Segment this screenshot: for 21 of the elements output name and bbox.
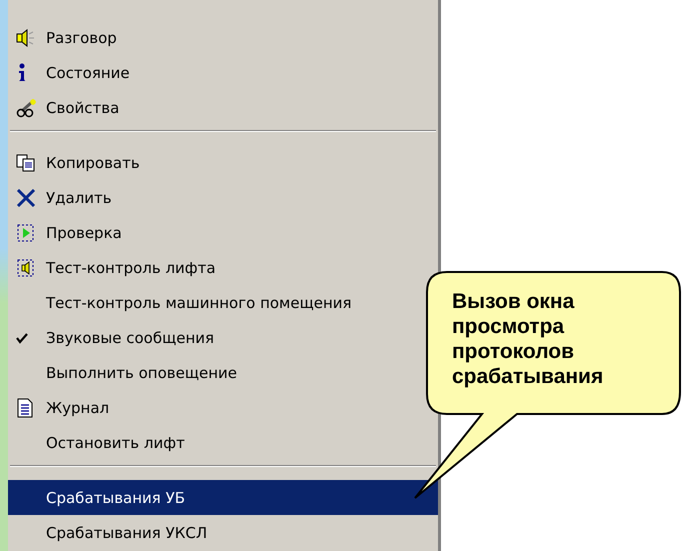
menu-item[interactable]: Остановить лифт xyxy=(8,425,438,460)
menu-item[interactable]: Состояние xyxy=(8,55,438,90)
menu-item[interactable]: Разговор xyxy=(8,20,438,55)
speaker-icon xyxy=(16,28,36,46)
menu-item[interactable]: Срабатывания УБ xyxy=(8,480,438,515)
delete-icon xyxy=(16,188,36,206)
menu-item[interactable]: Звуковые сообщения xyxy=(8,320,438,355)
speaker-icon xyxy=(16,258,36,278)
info-icon xyxy=(16,62,28,82)
document-icon xyxy=(16,398,34,418)
menu-item[interactable]: Свойства xyxy=(8,90,438,125)
menu-item[interactable]: Удалить xyxy=(8,180,438,215)
copy-icon xyxy=(16,154,36,172)
menu-item[interactable]: Журнал xyxy=(8,390,438,425)
play-icon xyxy=(16,222,36,242)
menu-item[interactable]: Срабатывания УКСЛ xyxy=(8,515,438,550)
menu-item[interactable]: Проверка xyxy=(8,215,438,250)
glasses-icon xyxy=(16,98,38,118)
callout-text: Вызов окна просмотра протоколов срабатывания xyxy=(452,289,604,389)
menu-item[interactable]: Тест-контроль лифта xyxy=(8,250,438,285)
menu-item[interactable]: Копировать xyxy=(8,145,438,180)
